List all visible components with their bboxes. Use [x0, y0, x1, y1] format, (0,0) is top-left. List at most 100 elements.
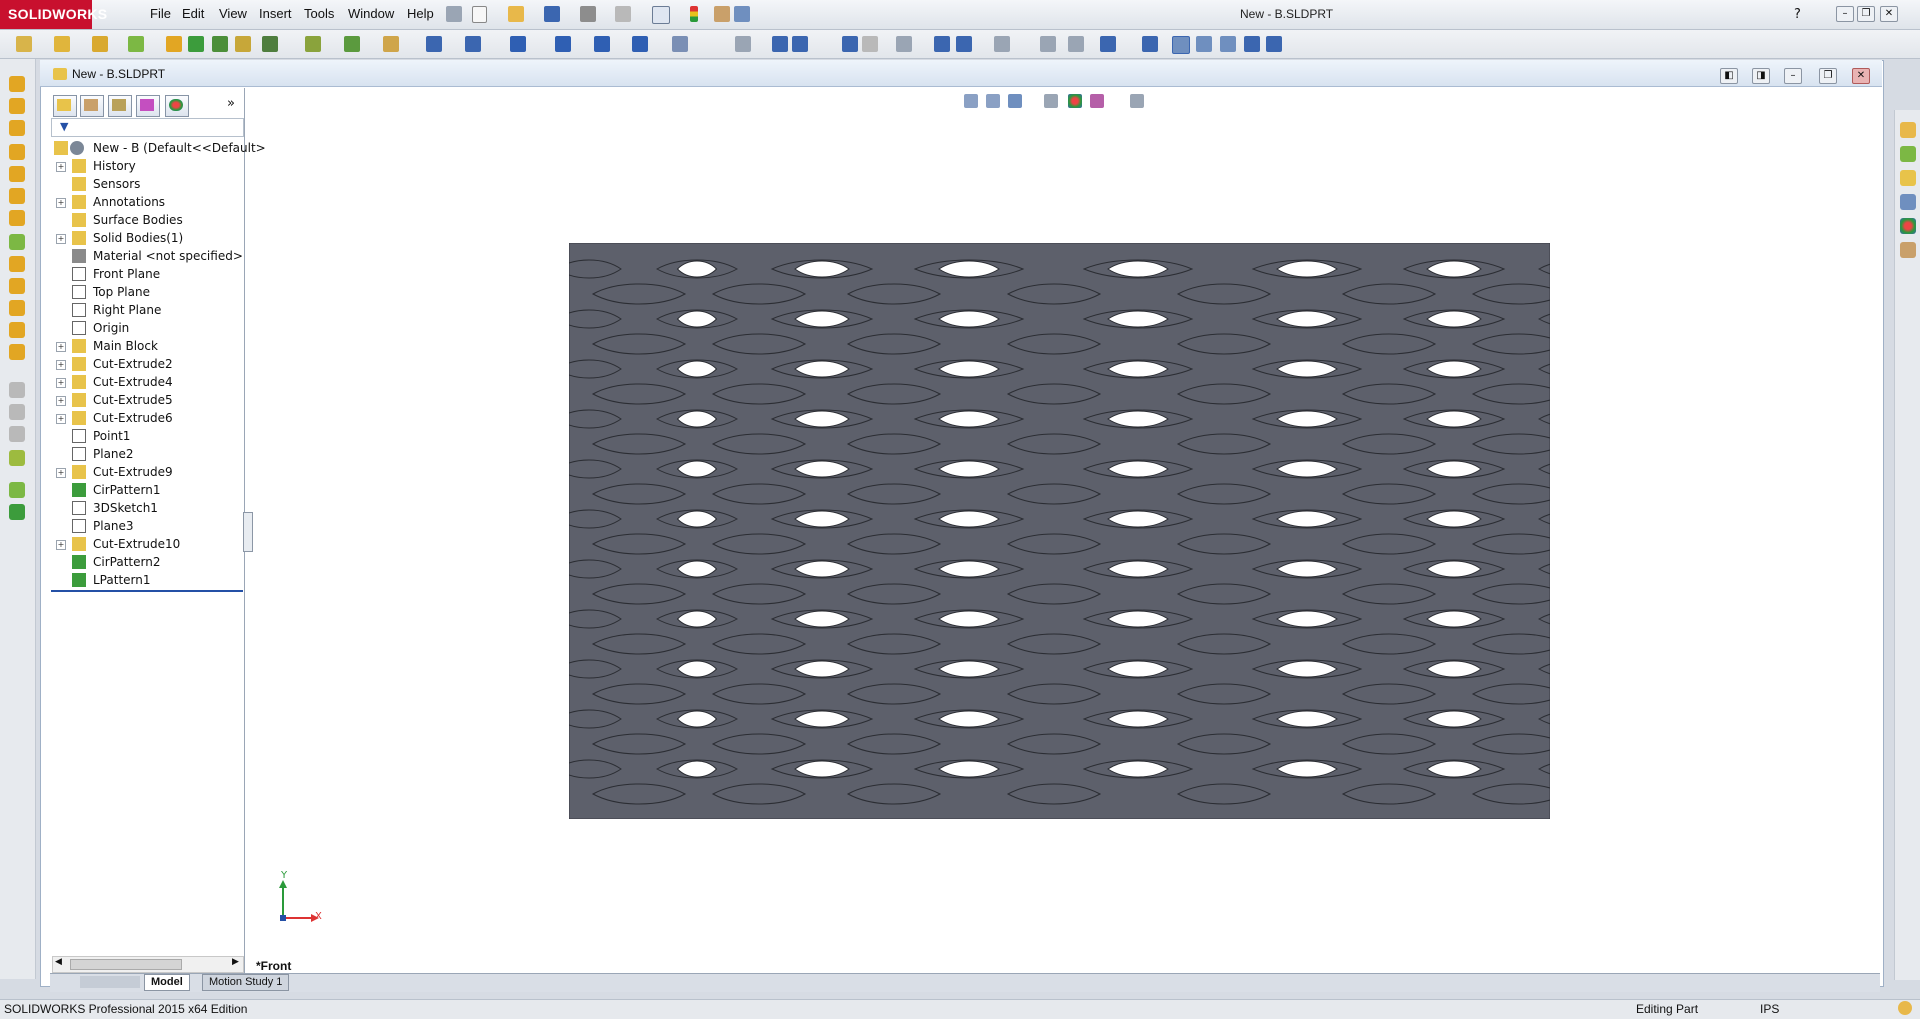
- convert-entities-icon[interactable]: [956, 36, 972, 52]
- menu-tools[interactable]: Tools: [304, 6, 334, 21]
- feature-manager-tab[interactable]: [53, 95, 77, 117]
- menu-insert[interactable]: Insert: [259, 6, 292, 21]
- toolbar-chamfer-icon[interactable]: [9, 210, 25, 226]
- custom-properties-icon[interactable]: [1900, 242, 1916, 258]
- print-icon[interactable]: [580, 6, 596, 22]
- tab-model[interactable]: Model: [144, 974, 190, 991]
- toolbar-fillet-icon[interactable]: [9, 188, 25, 204]
- expand-toggle-icon[interactable]: +: [56, 540, 66, 550]
- expand-toggle-icon[interactable]: +: [56, 414, 66, 424]
- menu-view[interactable]: View: [219, 6, 247, 21]
- status-units[interactable]: IPS: [1760, 1002, 1779, 1016]
- new-document-icon[interactable]: [472, 6, 487, 23]
- swept-boss-icon[interactable]: [92, 36, 108, 52]
- zoom-to-fit-icon[interactable]: [964, 94, 978, 108]
- trim-entities-icon[interactable]: [934, 36, 950, 52]
- doc-close-button[interactable]: ✕: [1852, 68, 1870, 84]
- ellipse-icon[interactable]: [672, 36, 688, 52]
- display-manager-tab[interactable]: [165, 95, 189, 117]
- hide-show-items-icon[interactable]: [1130, 94, 1144, 108]
- scroll-right-icon[interactable]: ▶: [232, 957, 239, 967]
- configuration-manager-tab[interactable]: [108, 95, 132, 117]
- mirror-entities-icon[interactable]: [896, 36, 912, 52]
- save-icon[interactable]: [544, 6, 560, 22]
- expand-toggle-icon[interactable]: +: [56, 162, 66, 172]
- appearances-icon[interactable]: [1900, 218, 1916, 234]
- circle-icon[interactable]: [594, 36, 610, 52]
- spline-icon[interactable]: [632, 36, 648, 52]
- status-rebuild-icon[interactable]: [1898, 1001, 1912, 1015]
- rectangle-icon[interactable]: [555, 36, 571, 52]
- line-icon[interactable]: [510, 36, 526, 52]
- solidworks-resources-icon[interactable]: [1900, 122, 1916, 138]
- rollback-bar[interactable]: [51, 590, 243, 592]
- front-view-icon[interactable]: [1172, 36, 1190, 54]
- toolbar-reference-geometry-icon[interactable]: [9, 482, 25, 498]
- window-minimize-button[interactable]: –: [1836, 6, 1854, 22]
- dimxpert-manager-tab[interactable]: [136, 95, 160, 117]
- normal-to-icon[interactable]: [1142, 36, 1158, 52]
- doc-tile-left-button[interactable]: ◧: [1720, 68, 1738, 84]
- toolbar-deform-icon[interactable]: [9, 382, 25, 398]
- file-explorer-icon[interactable]: [1900, 170, 1916, 186]
- scrollbar-thumb[interactable]: [70, 959, 182, 970]
- select-arrow-icon[interactable]: [652, 6, 670, 24]
- tab-motion-study-1[interactable]: Motion Study 1: [202, 974, 290, 991]
- expand-toggle-icon[interactable]: +: [56, 378, 66, 388]
- toolbar-move-face-icon[interactable]: [9, 450, 25, 466]
- hole-wizard-icon[interactable]: [188, 36, 204, 52]
- top-view-icon[interactable]: [1196, 36, 1212, 52]
- options-icon[interactable]: [734, 6, 750, 22]
- plane-sketch-icon[interactable]: [862, 36, 878, 52]
- help-icon[interactable]: ?: [1794, 7, 1801, 22]
- lofted-boss-icon[interactable]: [128, 36, 144, 52]
- expand-toggle-icon[interactable]: +: [56, 468, 66, 478]
- menu-edit[interactable]: Edit: [182, 6, 204, 21]
- smart-dimension-icon[interactable]: [465, 36, 481, 52]
- doc-restore-button[interactable]: ❐: [1819, 68, 1837, 84]
- toolbar-dome-icon[interactable]: [9, 300, 25, 316]
- offset-entities-icon[interactable]: [994, 36, 1010, 52]
- point-icon[interactable]: [792, 36, 808, 52]
- toolbar-indent-icon[interactable]: [9, 404, 25, 420]
- expand-toggle-icon[interactable]: +: [56, 396, 66, 406]
- part-model-front-view[interactable]: [569, 243, 1550, 819]
- toolbar-cut-icon[interactable]: [9, 166, 25, 182]
- filter-funnel-icon[interactable]: ▼: [60, 120, 68, 133]
- previous-view-icon[interactable]: [1008, 94, 1022, 108]
- toolbar-rib-icon[interactable]: [9, 234, 25, 250]
- revolved-boss-icon[interactable]: [54, 36, 70, 52]
- extruded-cut-icon[interactable]: [166, 36, 182, 52]
- property-manager-tab[interactable]: [80, 95, 104, 117]
- tab-scroll-buttons[interactable]: [80, 976, 140, 988]
- display-relations-icon[interactable]: [1068, 36, 1084, 52]
- repair-sketch-icon[interactable]: [1100, 36, 1116, 52]
- expand-toggle-icon[interactable]: +: [56, 360, 66, 370]
- toolbar-flex-icon[interactable]: [9, 344, 25, 360]
- toolbar-curves-icon[interactable]: [9, 504, 25, 520]
- rebuild-traffic-light-icon[interactable]: [690, 6, 698, 22]
- pin-icon[interactable]: [446, 6, 462, 22]
- doc-tile-right-button[interactable]: ◨: [1752, 68, 1770, 84]
- polygon-icon[interactable]: [772, 36, 788, 52]
- zoom-to-area-icon[interactable]: [986, 94, 1000, 108]
- toolbar-extrude-icon[interactable]: [9, 76, 25, 92]
- sketch-fillet-icon[interactable]: [735, 36, 751, 52]
- curves-icon[interactable]: [344, 36, 360, 52]
- toolbar-shell-icon[interactable]: [9, 256, 25, 272]
- view-orientation-icon[interactable]: [1068, 94, 1082, 108]
- doc-minimize-button[interactable]: –: [1784, 68, 1802, 84]
- file-properties-icon[interactable]: [714, 6, 730, 22]
- sketch-icon[interactable]: [426, 36, 442, 52]
- section-view-icon[interactable]: [1044, 94, 1058, 108]
- reference-geometry-icon[interactable]: [305, 36, 321, 52]
- expand-toggle-icon[interactable]: +: [56, 342, 66, 352]
- menu-window[interactable]: Window: [348, 6, 394, 21]
- expand-toggle-icon[interactable]: +: [56, 198, 66, 208]
- expand-panel-chevron-icon[interactable]: »: [227, 96, 235, 111]
- menu-file[interactable]: File: [150, 6, 171, 21]
- toolbar-draft-icon[interactable]: [9, 278, 25, 294]
- extruded-boss-icon[interactable]: [16, 36, 32, 52]
- instant3d-icon[interactable]: [383, 36, 399, 52]
- open-folder-icon[interactable]: [508, 6, 524, 22]
